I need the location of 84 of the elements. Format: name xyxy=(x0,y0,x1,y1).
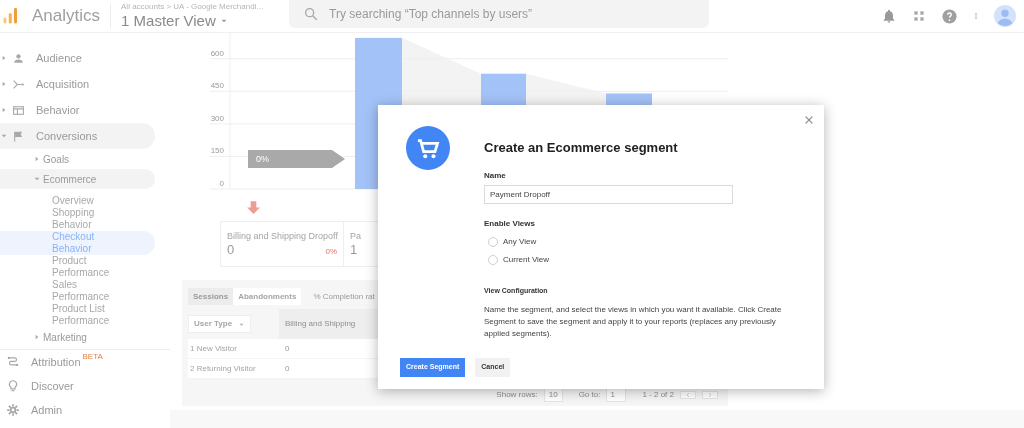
nav-label: Shopping Behavior xyxy=(52,207,96,231)
nav-label: Admin xyxy=(31,402,63,418)
section-icon xyxy=(12,129,25,143)
nav-label: Attribution xyxy=(31,354,81,370)
section-icon xyxy=(6,355,20,369)
row-label: 1 New Visitor xyxy=(189,342,238,355)
axis-tick-label: 300 xyxy=(210,113,224,123)
radio-label: Current View xyxy=(503,253,550,266)
axis-tick-label: 0 xyxy=(219,179,224,188)
nav-label: Goals xyxy=(43,152,70,167)
nav-label: Product Performance xyxy=(52,255,111,279)
section-icon xyxy=(12,51,25,65)
help-icon xyxy=(941,7,958,25)
apps-icon xyxy=(911,8,927,24)
next-button[interactable] xyxy=(702,391,718,399)
nav-item[interactable]: Checkout Behavior xyxy=(0,231,155,255)
axis-tick-label: 150 xyxy=(210,146,224,156)
arrow-down-icon xyxy=(245,199,262,216)
view-selector[interactable]: 1 Master View xyxy=(121,12,216,30)
nav-label: Sales Performance xyxy=(52,279,111,303)
previous-button[interactable] xyxy=(680,391,696,399)
nav-item[interactable]: Goals xyxy=(0,149,155,169)
notifications-icon xyxy=(881,8,897,24)
pager-label: Show rows: xyxy=(496,389,538,401)
field-label: Name xyxy=(484,169,507,182)
nav-item[interactable]: Audience xyxy=(0,45,155,71)
beta-label: BETA xyxy=(82,351,103,363)
nav-label: Checkout Behavior xyxy=(52,231,96,255)
row-label: 2 Returning Visitor xyxy=(189,362,257,375)
radio-label: Any View xyxy=(503,235,537,248)
avatar-icon xyxy=(994,5,1016,27)
nav-item[interactable]: Admin xyxy=(0,398,155,422)
table-cell-text: 0 xyxy=(284,362,291,375)
search-field[interactable]: Try searching “Top channels by users” xyxy=(289,0,710,28)
nav-item[interactable]: Behavior xyxy=(0,97,155,123)
chevron-right-icon xyxy=(707,392,713,398)
nav-label: Ecommerce xyxy=(43,172,97,187)
table-cell-text: 0 xyxy=(284,342,291,355)
nav-item[interactable]: Acquisition xyxy=(0,71,155,97)
axis-tick-label: 450 xyxy=(210,81,224,91)
chevron-left-icon xyxy=(685,392,691,398)
tab[interactable]: Sessions xyxy=(188,288,234,305)
metric-toggle[interactable]: % Completion rat xyxy=(313,290,375,303)
section-icon xyxy=(6,403,20,417)
card-title: Billing and Shipping Dropoff xyxy=(227,231,337,242)
nav-item[interactable]: Product List Performance xyxy=(0,303,155,327)
card-title: Pa xyxy=(350,231,362,242)
step-rate: 0% xyxy=(256,154,269,164)
nav-label: Overview xyxy=(52,195,95,207)
nav-label: Product List Performance xyxy=(52,303,111,327)
dimension-dropdown[interactable]: User Type xyxy=(188,315,252,333)
nav-item[interactable]: Shopping Behavior xyxy=(0,207,155,231)
nav-label: Behavior xyxy=(36,102,80,118)
pager-label: Go to: xyxy=(578,389,601,401)
section-icon xyxy=(12,103,25,117)
nav-item[interactable]: Conversions xyxy=(0,123,155,149)
nav-item[interactable]: Marketing xyxy=(0,327,155,347)
product-name: Analytics xyxy=(32,5,101,28)
nav-label: Marketing xyxy=(43,330,87,345)
card-value: 0 xyxy=(227,242,235,258)
card-value: 1 xyxy=(350,242,358,258)
nav-label: Acquisition xyxy=(36,76,90,92)
field-label: Enable Views xyxy=(484,217,536,230)
breadcrumb[interactable]: All accounts > UA - Google Merchandi... xyxy=(121,2,264,12)
search-icon xyxy=(303,6,320,22)
section-icon xyxy=(6,379,20,393)
nav-label: Discover xyxy=(31,378,74,394)
nav-item[interactable]: Ecommerce xyxy=(0,169,155,189)
axis-tick-label: 600 xyxy=(210,48,224,58)
name-field[interactable]: Payment Dropoff xyxy=(484,184,733,204)
nav-label: Conversions xyxy=(36,128,98,144)
pager-range: 1 - 2 of 2 xyxy=(642,389,674,401)
nav-item[interactable]: Sales Performance xyxy=(0,279,155,303)
nav-item[interactable]: Product Performance xyxy=(0,255,155,279)
dialog-title: Create an Ecommerce segment xyxy=(484,139,679,157)
instructions-text: Name the segment, and select the views in which you want it available. Click Create Segment to save the segment and apply it to your reports (replaces any previously applied segments). xyxy=(484,304,783,340)
tab[interactable]: Abandonments xyxy=(233,288,302,305)
close-icon xyxy=(804,115,814,125)
shopping-cart-icon xyxy=(406,125,450,171)
card-rate: 0% xyxy=(325,246,337,258)
nav-label: Audience xyxy=(36,50,82,66)
nav-item[interactable]: Discover xyxy=(0,374,155,398)
close-button[interactable] xyxy=(804,115,814,125)
nav-item[interactable]: Overview xyxy=(0,195,155,207)
